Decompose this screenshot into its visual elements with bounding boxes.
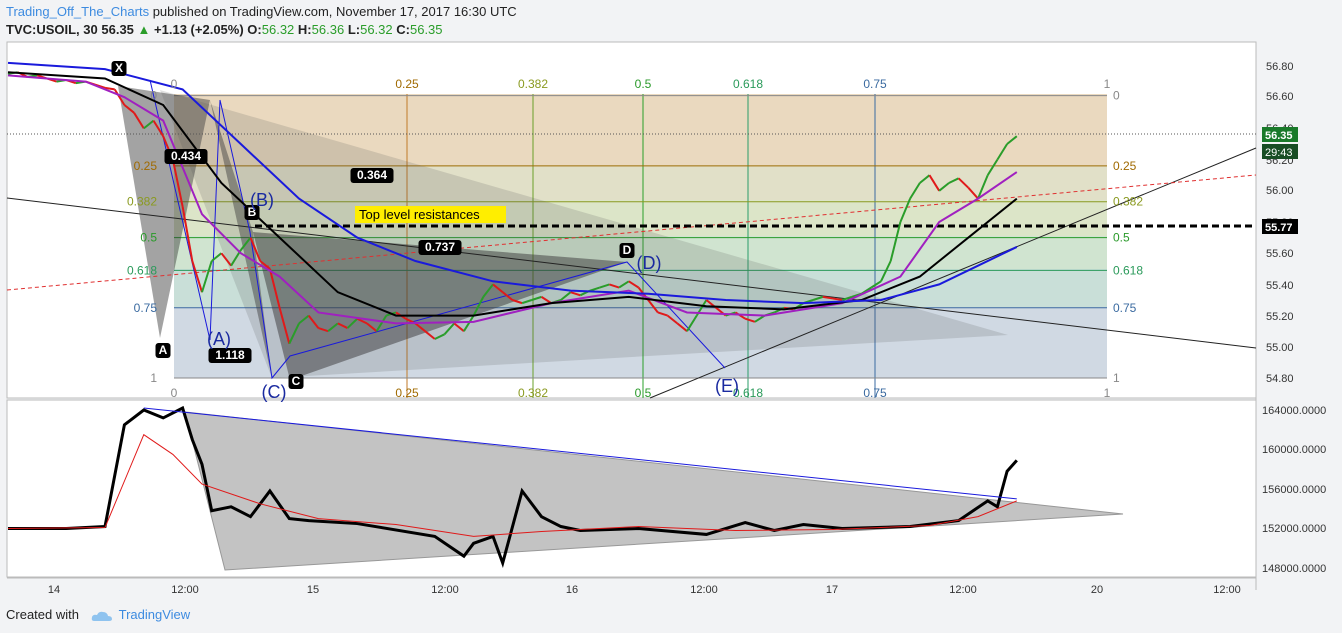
last-price-text: 56.35 [1265,130,1293,142]
price-tick: 56.60 [1266,91,1294,103]
fib-level-label-left: 0.382 [127,195,157,209]
point-label: D [623,243,632,257]
footer: Created with TradingView [6,607,190,622]
fib-time-label-bottom: 0.382 [518,386,548,400]
indicator-tick: 164000.0000 [1262,405,1326,417]
fib-time-label-bottom: 0 [171,386,178,400]
countdown-text: 29:43 [1265,147,1293,159]
fib-level-label-left: 0.5 [140,231,157,245]
fib-time-label-bottom: 1 [1104,386,1111,400]
time-tick: 12:00 [690,584,718,596]
fib-time-label-top: 0 [171,77,178,91]
price-tick: 55.20 [1266,311,1294,323]
trading-chart[interactable]: 56.8056.6056.4056.2056.0055.8055.6055.40… [0,0,1342,633]
price-tick: 56.80 [1266,61,1294,73]
time-tick: 12:00 [949,584,977,596]
indicator-tick: 160000.0000 [1262,444,1326,456]
wave-label: (B) [250,190,274,210]
fib-time-label-top: 0.5 [635,77,652,91]
time-tick: 12:00 [171,584,199,596]
wave-label: (D) [637,253,662,273]
fib-level-label: 0.25 [1113,159,1137,173]
ratio-label: 0.434 [171,149,201,163]
time-tick: 15 [307,584,319,596]
tradingview-link[interactable]: TradingView [119,607,191,622]
fib-time-label-top: 0.382 [518,77,548,91]
time-tick: 12:00 [431,584,459,596]
fib-level-label-left: 1 [150,371,157,385]
ratio-label: 0.364 [357,168,387,182]
fib-level-label-left: 0.25 [134,159,158,173]
fib-time-label-bottom: 0.25 [395,386,419,400]
time-tick: 12:00 [1213,584,1241,596]
fib-level-label-left: 0.75 [134,301,158,315]
fib-time-label-top: 0.618 [733,77,763,91]
ratio-label: 0.737 [425,240,455,254]
time-tick: 16 [566,584,578,596]
price-tick: 54.80 [1266,373,1294,385]
fib-time-label-bottom: 0.5 [635,386,652,400]
fib-level-label-left: 0 [150,89,157,103]
price-tick: 55.00 [1266,342,1294,354]
fib-level-label: 0.618 [1113,263,1143,277]
price-tick: 56.00 [1266,185,1294,197]
point-label: X [115,61,123,75]
fib-level-label: 0 [1113,89,1120,103]
fib-level-label-left: 0.618 [127,263,157,277]
fib-level-label: 1 [1113,371,1120,385]
point-label: C [292,374,301,388]
level-text: 55.77 [1265,222,1293,234]
indicator-tick: 156000.0000 [1262,484,1326,496]
ratio-label: 1.118 [215,348,245,362]
fib-level-label: 0.75 [1113,301,1137,315]
time-tick: 14 [48,584,60,596]
time-tick: 17 [826,584,838,596]
created-with-text: Created with [6,607,79,622]
indicator-tick: 152000.0000 [1262,523,1326,535]
resistance-label: Top level resistances [359,207,480,222]
fib-time-label-bottom: 0.75 [863,386,887,400]
indicator-tick: 148000.0000 [1262,563,1326,575]
fib-time-label-top: 0.25 [395,77,419,91]
wave-label: (E) [715,376,739,396]
fib-time-label-top: 1 [1104,77,1111,91]
fib-level-label: 0.382 [1113,195,1143,209]
fib-time-label-top: 0.75 [863,77,887,91]
price-tick: 55.60 [1266,248,1294,260]
tradingview-cloud-icon [91,611,112,621]
wave-label: (A) [207,329,231,349]
wave-label: (C) [262,382,287,402]
fib-level-label: 0.5 [1113,231,1130,245]
price-tick: 55.40 [1266,280,1294,292]
time-tick: 20 [1091,584,1103,596]
point-label: A [159,343,168,357]
